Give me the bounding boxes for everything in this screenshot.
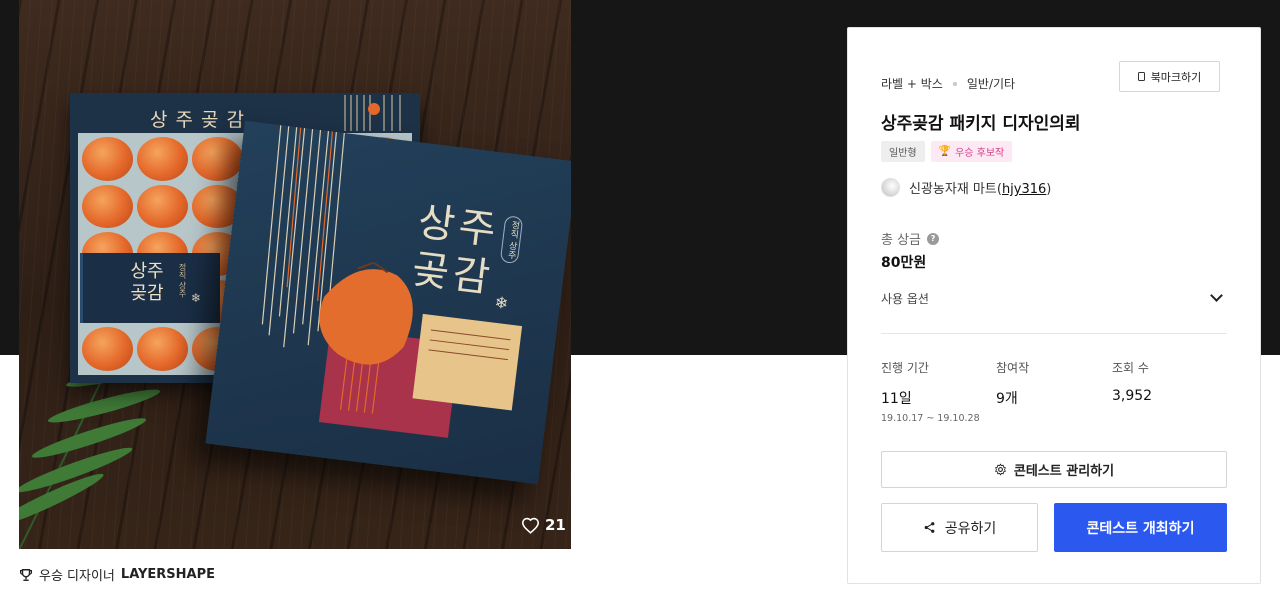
award-candidate-tag: 🏆 우승 후보작: [930, 141, 1013, 162]
avatar[interactable]: [881, 178, 900, 197]
tray-line-pattern: [344, 95, 401, 131]
gear-icon: [995, 463, 1006, 476]
award-candidate-label: 우승 후보작: [955, 148, 1005, 159]
tray-title: 상주곶감: [150, 109, 252, 131]
contest-type-tag: 일반형: [881, 141, 925, 162]
share-icon: [924, 522, 935, 533]
like-badge[interactable]: 21: [521, 516, 566, 534]
stat-period-label: 진행 기간: [881, 361, 929, 375]
total-prize-label: 총 상금 ?: [881, 229, 940, 248]
stat-views-value: 3,952: [1112, 388, 1153, 404]
tray-label-band: 상주 곶감 정직 상주 ❄: [80, 253, 220, 323]
divider: [881, 333, 1227, 334]
total-prize-value: 80만원: [881, 255, 927, 271]
trophy-icon: [19, 568, 33, 581]
share-label: 공유하기: [944, 520, 997, 537]
manage-contest-button[interactable]: 콘테스트 관리하기: [881, 451, 1227, 488]
breadcrumb-category[interactable]: 라벨 + 박스: [881, 75, 943, 92]
chevron-down-icon: [1210, 288, 1223, 302]
stat-entries-value: 9개: [996, 391, 1018, 407]
like-count: 21: [545, 516, 566, 534]
contest-owner: 신광농자재 마트(hjy316): [881, 178, 1051, 197]
stat-period-value: 11일: [881, 391, 912, 407]
contest-tags: 일반형 🏆 우승 후보작: [881, 141, 1013, 162]
share-button[interactable]: 공유하기: [881, 503, 1038, 552]
contest-title: 상주곶감 패키지 디자인의뢰: [881, 114, 1081, 134]
tray-band-title: 상주 곶감: [130, 261, 164, 304]
stat-entries: 참여작 9개: [996, 359, 1029, 408]
heart-icon: [521, 517, 540, 534]
stat-views-label: 조회 수: [1112, 361, 1149, 375]
stat-period-range: 19.10.17 ~ 19.10.28: [881, 413, 980, 424]
bookmark-icon: [1137, 72, 1145, 81]
stat-entries-label: 참여작: [996, 361, 1030, 375]
usage-options-toggle[interactable]: 사용 옵션: [881, 285, 1227, 311]
winner-prefix: 우승 디자이너: [39, 569, 115, 584]
breadcrumb-separator: [952, 81, 957, 86]
owner-id-link[interactable]: hjy316: [1002, 182, 1046, 197]
stat-period: 진행 기간 11일 19.10.17 ~ 19.10.28: [881, 359, 980, 424]
help-icon[interactable]: ?: [927, 232, 940, 245]
manage-contest-label: 콘테스트 관리하기: [1013, 464, 1115, 479]
breadcrumb: 라벨 + 박스 일반/기타: [881, 75, 1015, 92]
owner-name: 신광농자재 마트: [909, 182, 997, 197]
breadcrumb-subcategory[interactable]: 일반/기타: [967, 75, 1015, 92]
winning-design-image[interactable]: 상주곶감 상주 곶감 정직 상주 ❄ 상주 곶감 정직 상주 ❄ 21: [19, 0, 571, 549]
winner-designer-line: 우승 디자이너 LAYERSHAPE: [19, 565, 215, 584]
usage-options-label: 사용 옵션: [881, 291, 929, 306]
stat-views: 조회 수 3,952: [1112, 359, 1152, 404]
persimmon-artwork: [318, 261, 523, 438]
winner-designer-name[interactable]: LAYERSHAPE: [121, 567, 215, 582]
bookmark-label: 북마크하기: [1150, 70, 1202, 84]
tray-band-subtitle: 정직 상주: [178, 263, 187, 298]
host-contest-button[interactable]: 콘테스트 개최하기: [1054, 503, 1227, 552]
gift-box-lid: 상주 곶감 정직 상주 ❄: [205, 120, 571, 485]
trophy-icon: 🏆: [938, 146, 952, 157]
contest-info-card: 라벨 + 박스 일반/기타 북마크하기 상주곶감 패키지 디자인의뢰 일반형 🏆…: [847, 27, 1261, 584]
snowflake-icon: ❄: [191, 291, 202, 305]
bookmark-button[interactable]: 북마크하기: [1119, 61, 1220, 92]
